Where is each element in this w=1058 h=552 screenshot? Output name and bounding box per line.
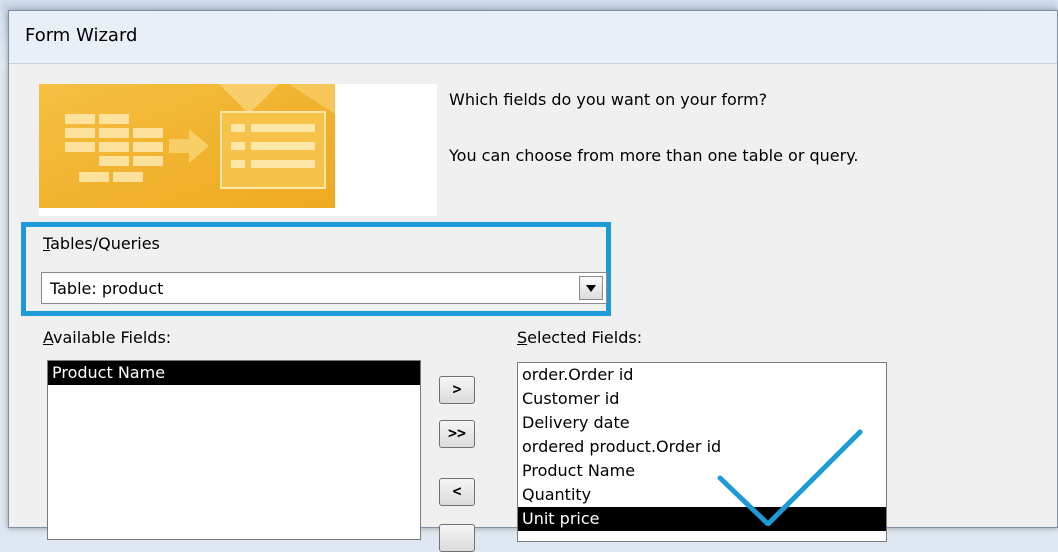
wizard-graphic xyxy=(39,84,437,216)
available-fields-label-accesskey: A xyxy=(43,328,54,347)
combobox-dropdown-button[interactable] xyxy=(579,276,603,300)
form-wizard-dialog: Form Wizard Which fields do you want on … xyxy=(8,10,1058,552)
tables-queries-combobox[interactable]: Table: product xyxy=(41,272,607,304)
selected-fields-label-text: elected Fields: xyxy=(527,328,643,347)
add-all-fields-button[interactable]: >> xyxy=(439,420,475,448)
available-fields-list[interactable]: Product Name xyxy=(47,360,421,540)
available-field-item[interactable]: Product Name xyxy=(48,361,420,385)
remove-all-fields-button[interactable] xyxy=(439,524,475,552)
dialog-title: Form Wizard xyxy=(25,25,138,46)
selected-field-item[interactable]: Customer id xyxy=(518,387,886,411)
wizard-prompt: Which fields do you want on your form? xyxy=(449,90,768,109)
remove-field-button[interactable]: < xyxy=(439,478,475,506)
tables-queries-label-text: ables/Queries xyxy=(50,234,160,253)
available-fields-label-text: vailable Fields: xyxy=(53,328,172,347)
tables-queries-label: Tables/Queries xyxy=(43,234,160,253)
wizard-hint: You can choose from more than one table … xyxy=(449,146,859,165)
selected-field-item[interactable]: order.Order id xyxy=(518,363,886,387)
add-field-button[interactable]: > xyxy=(439,376,475,404)
selected-fields-label: Selected Fields: xyxy=(517,328,642,347)
title-bar[interactable]: Form Wizard xyxy=(9,11,1057,64)
tables-queries-value: Table: product xyxy=(50,279,164,298)
available-fields-label: Available Fields: xyxy=(43,328,171,347)
dialog-body: Which fields do you want on your form? Y… xyxy=(9,64,1057,552)
selected-fields-label-accesskey: S xyxy=(517,328,528,347)
checkmark-annotation-icon xyxy=(717,429,863,526)
